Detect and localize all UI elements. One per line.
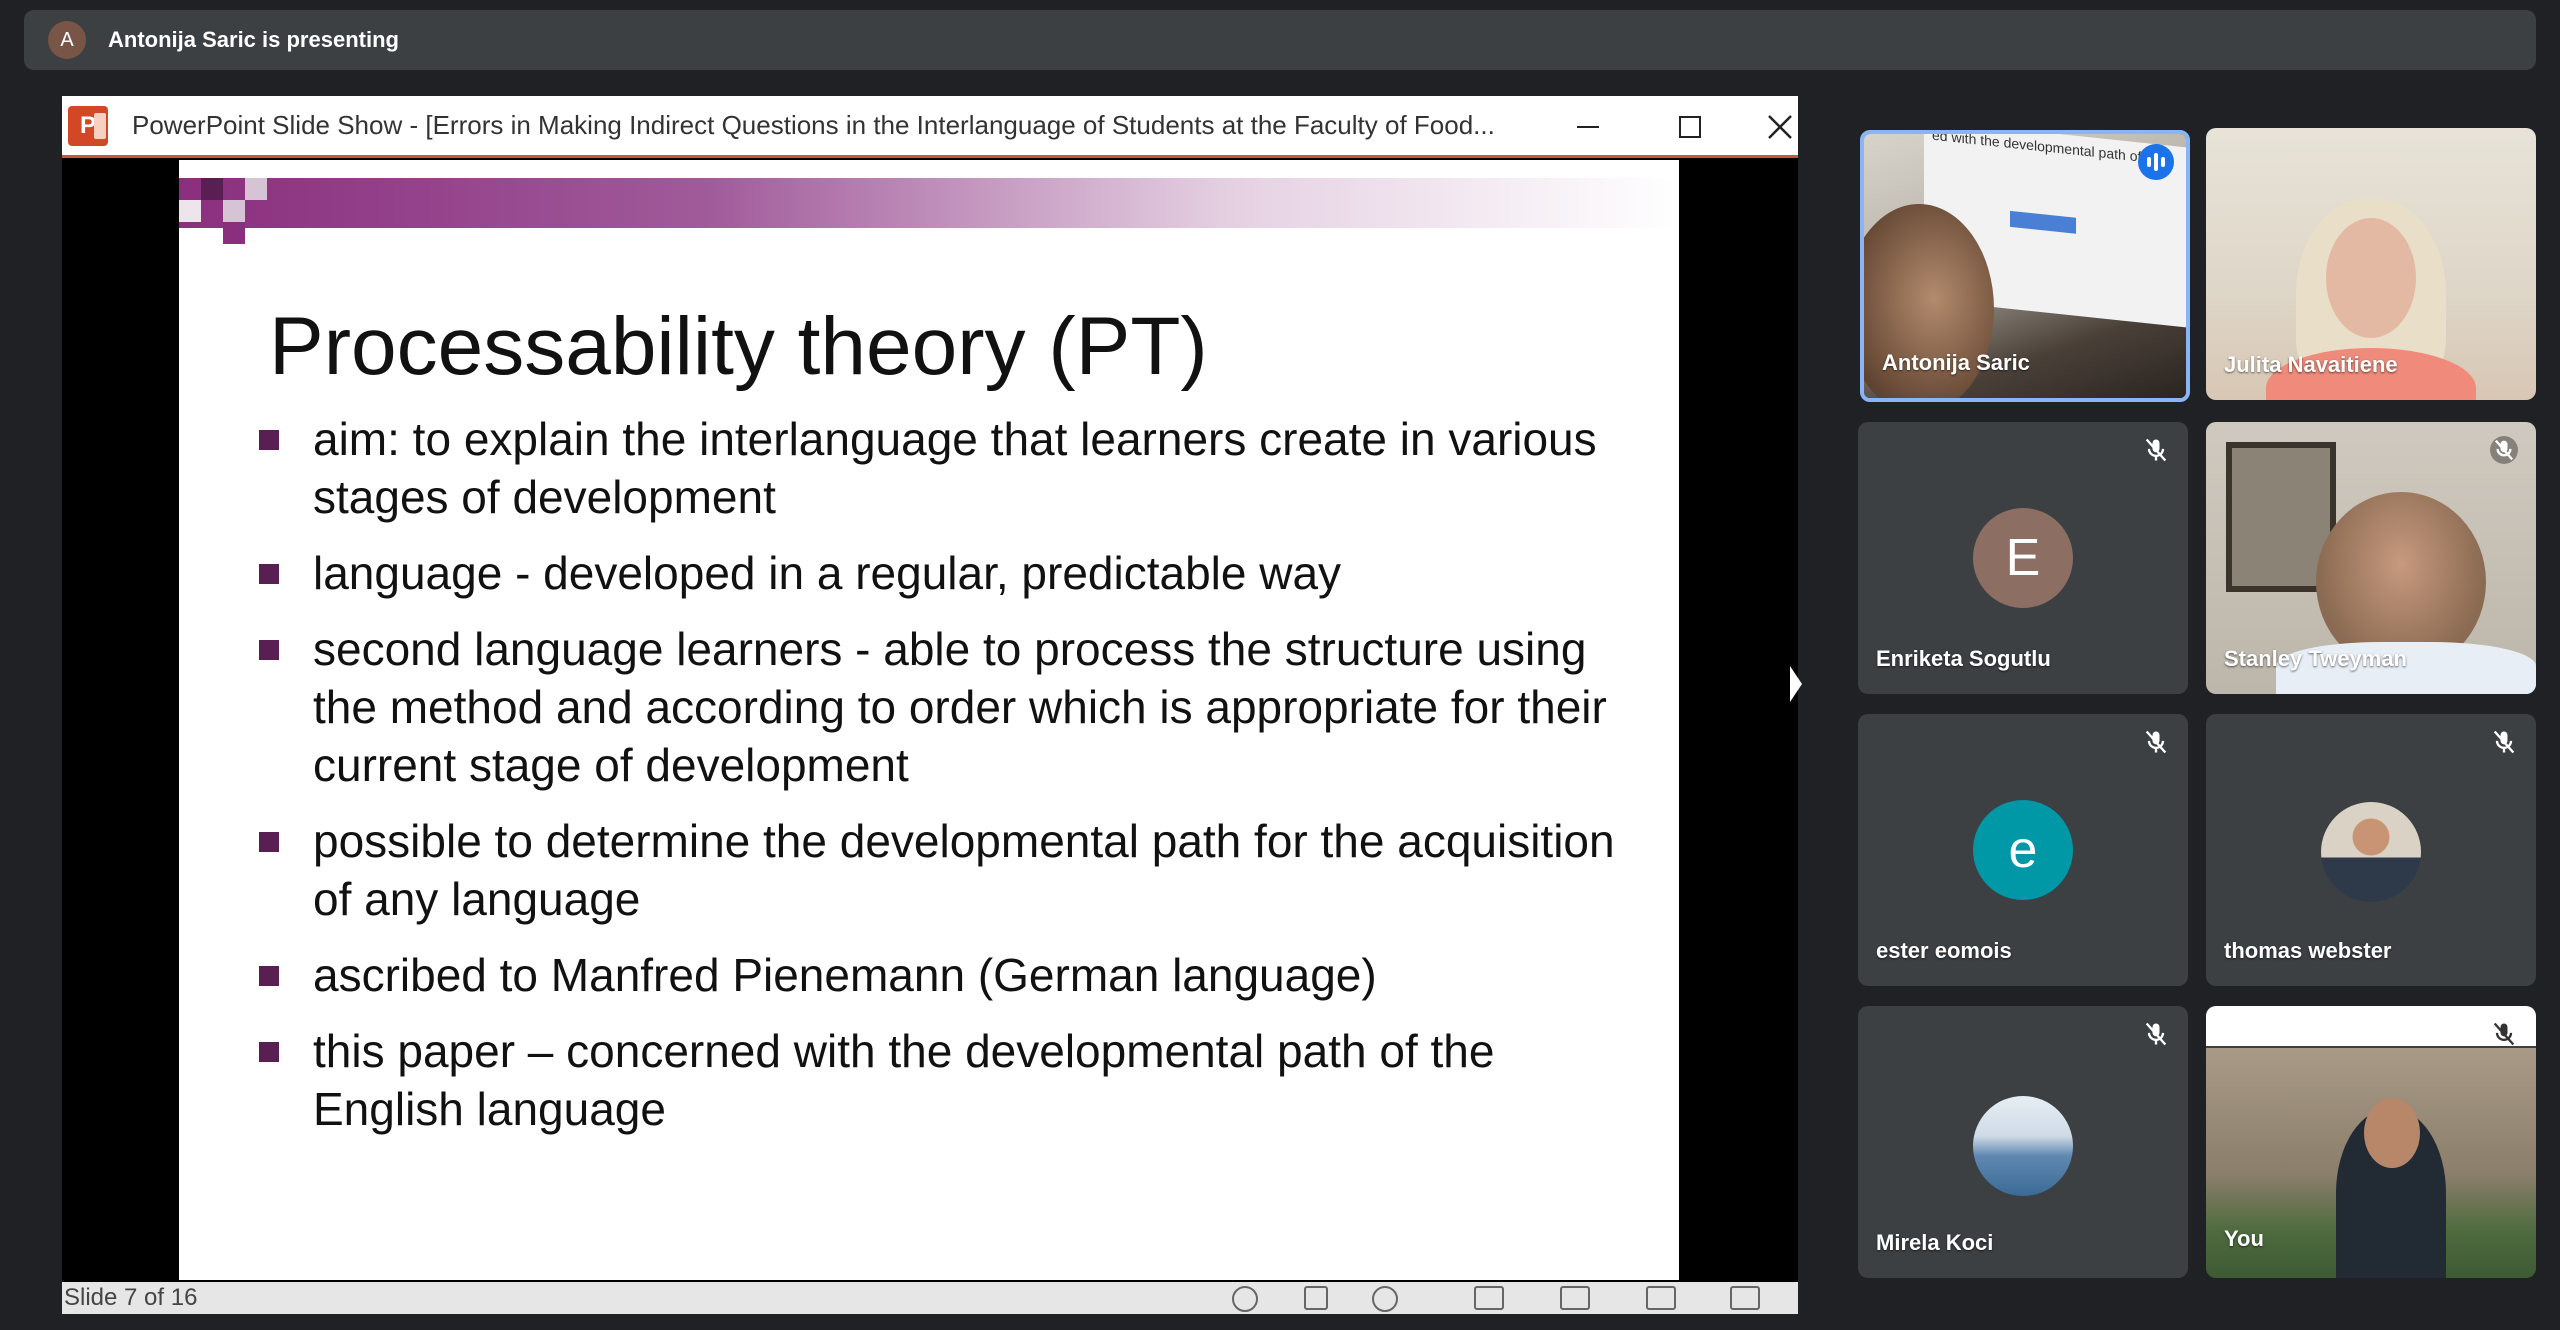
square-bullet-icon [259, 966, 279, 986]
participant-tile-enriketa[interactable]: E Enriketa Sogutlu [1858, 422, 2188, 694]
bullet-text: this paper – concerned with the developm… [313, 1025, 1495, 1135]
minimize-icon [1577, 125, 1599, 129]
previous-slide-icon[interactable] [1232, 1286, 1258, 1312]
presenting-banner: A Antonija Saric is presenting [24, 10, 2536, 70]
participant-tile-julita[interactable]: Julita Navaitiene [2206, 128, 2536, 400]
mic-off-icon [2145, 438, 2167, 462]
slide-title: Processability theory (PT) [269, 301, 1208, 392]
bullet-item: this paper – concerned with the developm… [259, 1022, 1639, 1138]
bullet-text: language - developed in a regular, predi… [313, 547, 1342, 599]
square-bullet-icon [259, 640, 279, 660]
decoration-square [201, 178, 223, 200]
mic-off-icon [2493, 730, 2515, 754]
slide-bullets: aim: to explain the interlanguage that l… [259, 410, 1639, 1156]
square-bullet-icon [259, 1042, 279, 1062]
window-title: PowerPoint Slide Show - [Errors in Makin… [132, 110, 1495, 140]
mic-off-icon [2490, 436, 2518, 464]
square-bullet-icon [259, 430, 279, 450]
decoration-square [245, 178, 267, 200]
presenting-text: Antonija Saric is presenting [108, 27, 399, 52]
notes-icon[interactable] [1304, 1286, 1328, 1310]
participant-name: Antonija Saric [1882, 350, 2030, 375]
participant-tile-ester[interactable]: e ester eomois [1858, 714, 2188, 986]
reading-view-icon[interactable] [1646, 1286, 1676, 1310]
square-bullet-icon [259, 564, 279, 584]
participant-name: Enriketa Sogutlu [1876, 646, 2051, 671]
bullet-text: ascribed to Manfred Pienemann (German la… [313, 949, 1377, 1001]
decoration-square [223, 222, 245, 244]
participant-name: Julita Navaitiene [2224, 352, 2398, 377]
bullet-item: second language learners - able to proce… [259, 620, 1639, 794]
mic-off-icon [2145, 1022, 2167, 1046]
participant-tile-you[interactable]: You [2206, 1006, 2536, 1278]
close-button[interactable] [1762, 102, 1798, 152]
slide-counter: Slide 7 of 16 [64, 1284, 198, 1311]
bullet-item: aim: to explain the interlanguage that l… [259, 410, 1639, 526]
virtual-background-banner [2206, 1006, 2536, 1046]
slideshow-view-icon[interactable] [1730, 1286, 1760, 1310]
mini-screen-button [2010, 210, 2076, 234]
decoration-square [223, 200, 245, 222]
participant-photo-avatar [1973, 1096, 2073, 1196]
bullet-text: possible to determine the developmental … [313, 815, 1615, 925]
participant-tile-stanley[interactable]: Stanley Tweyman [2206, 422, 2536, 694]
bullet-text: aim: to explain the interlanguage that l… [313, 413, 1597, 523]
bullet-item: possible to determine the developmental … [259, 812, 1639, 928]
participant-tile-mirela[interactable]: Mirela Koci [1858, 1006, 2188, 1278]
presenter-avatar: A [48, 21, 86, 59]
participant-face [2326, 218, 2416, 338]
window-titlebar: P PowerPoint Slide Show - [Errors in Mak… [62, 96, 1798, 158]
maximize-button[interactable] [1660, 102, 1720, 152]
bullet-item: language - developed in a regular, predi… [259, 544, 1639, 602]
normal-view-icon[interactable] [1474, 1286, 1504, 1310]
decoration-square [179, 200, 201, 222]
participant-name: Stanley Tweyman [2224, 646, 2407, 671]
bullet-text: second language learners - able to proce… [313, 623, 1607, 791]
participant-name: Mirela Koci [1876, 1230, 1994, 1255]
slideshow-statusbar: Slide 7 of 16 [62, 1282, 1798, 1314]
speaking-indicator-icon [2138, 144, 2174, 180]
participant-tile-antonija[interactable]: ed with the developmental path of Antoni… [1860, 130, 2190, 402]
slide-content: Processability theory (PT) aim: to expla… [179, 160, 1679, 1280]
participant-photo-avatar [2321, 802, 2421, 902]
bullet-item: ascribed to Manfred Pienemann (German la… [259, 946, 1639, 1004]
mic-off-icon [2145, 730, 2167, 754]
mic-off-icon [2493, 1022, 2515, 1046]
slide-sorter-icon[interactable] [1560, 1286, 1590, 1310]
mini-screen-text: ed with the developmental path of [1932, 130, 2142, 165]
participant-name: You [2224, 1226, 2264, 1251]
minimize-button[interactable] [1558, 102, 1618, 152]
maximize-icon [1679, 116, 1701, 138]
slide-header-decoration [179, 178, 1679, 228]
participant-name: ester eomois [1876, 938, 2012, 963]
participant-tile-thomas[interactable]: thomas webster [2206, 714, 2536, 986]
powerpoint-icon: P [68, 105, 108, 146]
participant-avatar: e [1973, 800, 2073, 900]
square-bullet-icon [259, 832, 279, 852]
next-slide-icon[interactable] [1372, 1286, 1398, 1312]
participant-name: thomas webster [2224, 938, 2392, 963]
shared-screen: P PowerPoint Slide Show - [Errors in Mak… [62, 96, 1798, 1314]
participant-avatar: E [1973, 508, 2073, 608]
close-icon [1768, 115, 1792, 139]
participant-face [2364, 1098, 2420, 1168]
